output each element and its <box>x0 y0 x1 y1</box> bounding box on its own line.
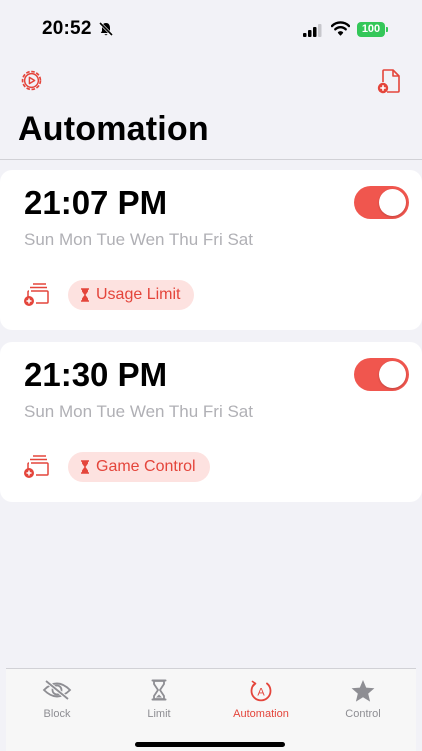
chip-label: Usage Limit <box>96 286 181 303</box>
new-document-icon[interactable] <box>376 67 402 100</box>
tab-label: Block <box>43 708 71 720</box>
tab-control[interactable]: Control <box>312 669 414 729</box>
hourglass-icon <box>81 460 89 474</box>
automation-days: Sun Mon Tue Wen Thu Fri Sat <box>24 230 253 249</box>
usage-limit-chip[interactable]: Usage Limit <box>68 280 195 310</box>
hourglass-icon <box>81 288 89 302</box>
automation-toggle[interactable] <box>354 358 409 391</box>
toggle-knob <box>379 189 406 216</box>
eye-slash-icon <box>6 679 108 701</box>
tab-label: Control <box>345 708 381 720</box>
header-divider <box>0 159 422 160</box>
tab-label: Automation <box>233 708 289 720</box>
tab-bar: Block Limit A Automation Control <box>6 668 416 751</box>
battery-indicator: 100 <box>357 22 385 37</box>
wifi-icon <box>330 21 351 41</box>
automation-days: Sun Mon Tue Wen Thu Fri Sat <box>24 402 253 421</box>
automation-icon: A <box>210 679 312 703</box>
automation-card[interactable]: 21:07 PM Sun Mon Tue Wen Thu Fri Sat Usa… <box>0 170 422 330</box>
battery-nub <box>386 27 388 32</box>
tab-automation[interactable]: A Automation <box>210 669 312 729</box>
page-title: Automation <box>18 110 209 148</box>
game-control-chip[interactable]: Game Control <box>68 452 210 482</box>
automation-time: 21:07 PM <box>24 184 168 221</box>
star-icon <box>312 679 414 703</box>
svg-text:A: A <box>257 687 265 699</box>
automation-card[interactable]: 21:30 PM Sun Mon Tue Wen Thu Fri Sat Gam… <box>0 342 422 502</box>
hourglass-icon <box>108 679 210 701</box>
home-indicator[interactable] <box>135 742 285 747</box>
automation-settings-icon[interactable] <box>19 68 44 98</box>
tab-block[interactable]: Block <box>6 669 108 729</box>
automation-time: 21:30 PM <box>24 356 168 393</box>
bell-slash-icon <box>98 21 114 42</box>
chip-label: Game Control <box>96 458 196 475</box>
add-apps-icon[interactable] <box>22 282 50 313</box>
status-time: 20:52 <box>42 18 92 39</box>
status-bar: 20:52 100 <box>0 0 422 56</box>
toggle-knob <box>379 361 406 388</box>
automation-toggle[interactable] <box>354 186 409 219</box>
cellular-signal-icon <box>303 24 323 42</box>
add-apps-icon[interactable] <box>22 454 50 485</box>
tab-label: Limit <box>147 708 171 720</box>
tab-limit[interactable]: Limit <box>108 669 210 729</box>
